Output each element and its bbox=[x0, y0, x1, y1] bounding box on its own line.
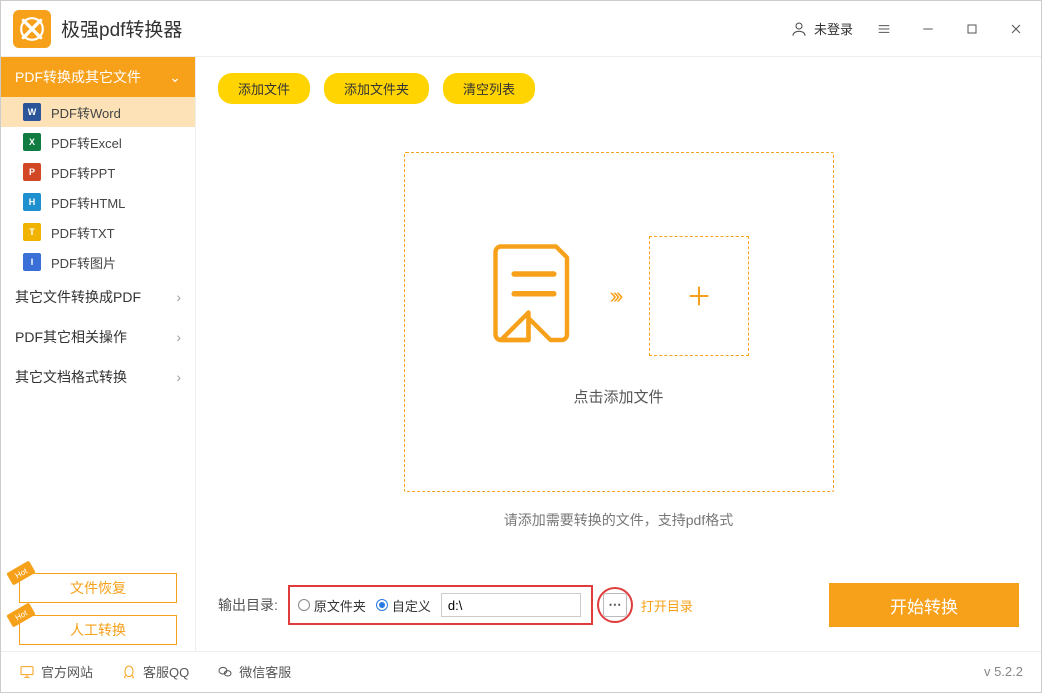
hot-badge: Hot bbox=[6, 602, 36, 627]
arrows-icon: ››› bbox=[610, 283, 620, 309]
user-icon bbox=[790, 20, 808, 38]
chevron-right-icon: › bbox=[176, 329, 181, 345]
radio-dot-icon bbox=[376, 599, 388, 611]
sidebar-item-pdf-to-image[interactable]: IPDF转图片 bbox=[1, 247, 195, 277]
output-path-input[interactable] bbox=[441, 593, 581, 617]
add-file-button[interactable]: 添加文件 bbox=[218, 73, 310, 104]
menu-icon bbox=[876, 21, 892, 37]
toolbar: 添加文件 添加文件夹 清空列表 bbox=[196, 57, 1041, 120]
maximize-icon bbox=[964, 21, 980, 37]
sidebar-item-pdf-to-ppt[interactable]: PPDF转PPT bbox=[1, 157, 195, 187]
hint-text: 请添加需要转换的文件，支持pdf格式 bbox=[504, 510, 733, 530]
radio-dot-icon bbox=[298, 599, 310, 611]
txt-icon: T bbox=[23, 223, 41, 241]
version-text: v 5.2.2 bbox=[984, 664, 1023, 679]
app-logo bbox=[13, 10, 51, 48]
menu-button[interactable] bbox=[871, 16, 897, 42]
clear-list-button[interactable]: 清空列表 bbox=[443, 73, 535, 104]
html-icon: H bbox=[23, 193, 41, 211]
maximize-button[interactable] bbox=[959, 16, 985, 42]
footer: 官方网站 客服QQ 微信客服 v 5.2.2 bbox=[1, 651, 1041, 691]
close-icon bbox=[1008, 21, 1024, 37]
category-other-to-pdf[interactable]: 其它文件转换成PDF› bbox=[1, 277, 195, 317]
category-pdf-to-other[interactable]: PDF转换成其它文件 ⌄ bbox=[1, 57, 195, 97]
radio-original-folder[interactable]: 原文件夹 bbox=[298, 596, 366, 615]
official-site-link[interactable]: 官方网站 bbox=[19, 662, 93, 681]
content-area: 添加文件 添加文件夹 清空列表 ››› 点击添加文 bbox=[196, 57, 1041, 651]
sidebar-item-pdf-to-word[interactable]: WPDF转Word bbox=[1, 97, 195, 127]
radio-custom-folder[interactable]: 自定义 bbox=[376, 596, 431, 615]
ppt-icon: P bbox=[23, 163, 41, 181]
output-radio-group-highlight: 原文件夹 自定义 bbox=[288, 585, 593, 625]
word-icon: W bbox=[23, 103, 41, 121]
sidebar-item-pdf-to-txt[interactable]: TPDF转TXT bbox=[1, 217, 195, 247]
excel-icon: X bbox=[23, 133, 41, 151]
chevron-right-icon: › bbox=[176, 369, 181, 385]
close-button[interactable] bbox=[1003, 16, 1029, 42]
wechat-icon bbox=[217, 664, 233, 680]
output-label: 输出目录: bbox=[218, 595, 278, 615]
chevron-right-icon: › bbox=[176, 289, 181, 305]
sidebar: PDF转换成其它文件 ⌄ WPDF转Word XPDF转Excel PPDF转P… bbox=[1, 57, 196, 651]
chevron-down-icon: ⌄ bbox=[169, 69, 181, 86]
monitor-icon bbox=[19, 664, 35, 680]
plus-box bbox=[649, 236, 749, 356]
drop-text: 点击添加文件 bbox=[573, 386, 663, 407]
output-row: 输出目录: 原文件夹 自定义 ⋯ 打开目录 开始转换 bbox=[196, 561, 1041, 651]
start-convert-button[interactable]: 开始转换 bbox=[829, 583, 1019, 627]
file-recovery-button[interactable]: Hot文件恢复 bbox=[19, 573, 177, 603]
sidebar-item-pdf-to-html[interactable]: HPDF转HTML bbox=[1, 187, 195, 217]
document-icon bbox=[488, 241, 580, 351]
wechat-support-link[interactable]: 微信客服 bbox=[217, 662, 291, 681]
qq-support-link[interactable]: 客服QQ bbox=[121, 662, 189, 681]
open-directory-link[interactable]: 打开目录 bbox=[641, 596, 693, 615]
drop-box[interactable]: ››› 点击添加文件 bbox=[404, 152, 834, 492]
login-button[interactable]: 未登录 bbox=[790, 19, 853, 38]
category-pdf-ops[interactable]: PDF其它相关操作› bbox=[1, 317, 195, 357]
add-folder-button[interactable]: 添加文件夹 bbox=[324, 73, 429, 104]
plus-icon bbox=[683, 280, 715, 312]
qq-icon bbox=[121, 664, 137, 680]
category-other-formats[interactable]: 其它文档格式转换› bbox=[1, 357, 195, 397]
minimize-button[interactable] bbox=[915, 16, 941, 42]
titlebar: 极强pdf转换器 未登录 bbox=[1, 1, 1041, 57]
app-title: 极强pdf转换器 bbox=[61, 15, 182, 42]
illustration: ››› bbox=[488, 236, 750, 356]
manual-convert-button[interactable]: Hot人工转换 bbox=[19, 615, 177, 645]
sidebar-item-pdf-to-excel[interactable]: XPDF转Excel bbox=[1, 127, 195, 157]
drop-area: ››› 点击添加文件 请添加需要转换的文件，支持pdf格式 bbox=[196, 120, 1041, 561]
minimize-icon bbox=[920, 21, 936, 37]
browse-button[interactable]: ⋯ bbox=[603, 593, 627, 617]
image-icon: I bbox=[23, 253, 41, 271]
